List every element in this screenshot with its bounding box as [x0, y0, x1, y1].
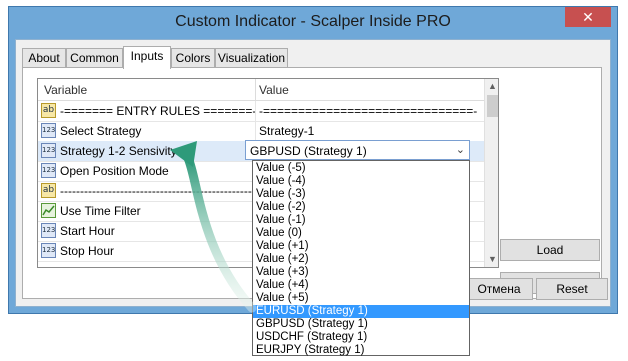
text-param-icon: ab [41, 103, 56, 118]
row-variable: Strategy 1-2 Sensivity [60, 144, 177, 158]
scroll-up-icon[interactable]: ▲ [485, 79, 498, 94]
sensitivity-combo[interactable]: GBPUSD (Strategy 1) ⌄ [245, 140, 470, 160]
dropdown-option[interactable]: Value (-1) [253, 214, 469, 227]
row-variable: Select Strategy [60, 124, 142, 138]
load-button[interactable]: Load [500, 239, 600, 261]
numeric-param-icon: 123 [41, 143, 56, 158]
dropdown-option[interactable]: GBPUSD (Strategy 1) [253, 318, 469, 331]
tab-common[interactable]: Common [66, 48, 123, 68]
row-variable: ----------------------------------------… [60, 184, 260, 198]
tab-visualization[interactable]: Visualization [215, 48, 288, 68]
scroll-thumb[interactable] [487, 95, 498, 117]
numeric-param-icon: 123 [41, 223, 56, 238]
numeric-param-icon: 123 [41, 123, 56, 138]
dropdown-option[interactable]: Value (-2) [253, 201, 469, 214]
tab-inputs[interactable]: Inputs [123, 46, 171, 69]
row-value[interactable]: -==============================- [259, 104, 477, 118]
close-button[interactable]: ✕ [565, 7, 611, 27]
row-variable: -======= ENTRY RULES =======- [60, 104, 257, 118]
reset-button[interactable]: Reset [536, 278, 608, 300]
tab-about[interactable]: About [22, 48, 66, 68]
grid-header: Variable Value [38, 79, 484, 101]
dropdown-option[interactable]: EURJPY (Strategy 1) [253, 344, 469, 357]
tab-colors[interactable]: Colors [171, 48, 215, 68]
combo-value: GBPUSD (Strategy 1) [250, 144, 367, 158]
dropdown-option[interactable]: Value (-3) [253, 188, 469, 201]
dropdown-option[interactable]: Value (-5) [253, 162, 469, 175]
dropdown-option[interactable]: Value (-4) [253, 175, 469, 188]
row-variable: Open Position Mode [60, 164, 169, 178]
grid-scrollbar[interactable]: ▲ ▼ [484, 79, 498, 267]
dropdown-option[interactable]: Value (+4) [253, 279, 469, 292]
grid-row[interactable]: ab -======= ENTRY RULES =======- -======… [38, 101, 484, 122]
grid-row[interactable]: 123 Select Strategy Strategy-1 [38, 121, 484, 142]
cancel-button[interactable]: Отмена [465, 278, 533, 300]
dropdown-option[interactable]: Value (+2) [253, 253, 469, 266]
window-title: Custom Indicator - Scalper Inside PRO [175, 13, 451, 30]
row-variable: Start Hour [60, 224, 115, 238]
dropdown-option[interactable]: Value (+1) [253, 240, 469, 253]
row-variable: Use Time Filter [60, 204, 141, 218]
chart-param-icon [41, 203, 56, 218]
dropdown-option[interactable]: Value (+3) [253, 266, 469, 279]
close-icon: ✕ [582, 9, 594, 25]
text-param-icon: ab [41, 183, 56, 198]
row-value[interactable]: Strategy-1 [259, 124, 314, 138]
chevron-down-icon[interactable]: ⌄ [456, 143, 465, 156]
header-value[interactable]: Value [259, 83, 289, 97]
dropdown-option[interactable]: Value (+5) [253, 292, 469, 305]
dropdown-option[interactable]: Value (0) [253, 227, 469, 240]
dropdown-option[interactable]: USDCHF (Strategy 1) [253, 331, 469, 344]
numeric-param-icon: 123 [41, 163, 56, 178]
numeric-param-icon: 123 [41, 243, 56, 258]
header-variable[interactable]: Variable [44, 83, 87, 97]
row-variable: Stop Hour [60, 244, 115, 258]
scroll-down-icon[interactable]: ▼ [485, 252, 498, 267]
sensitivity-dropdown-list: Value (-5) Value (-4) Value (-3) Value (… [252, 160, 470, 356]
title-bar[interactable]: Custom Indicator - Scalper Inside PRO ✕ [9, 7, 617, 39]
dropdown-option-highlighted[interactable]: EURUSD (Strategy 1) [253, 305, 469, 318]
